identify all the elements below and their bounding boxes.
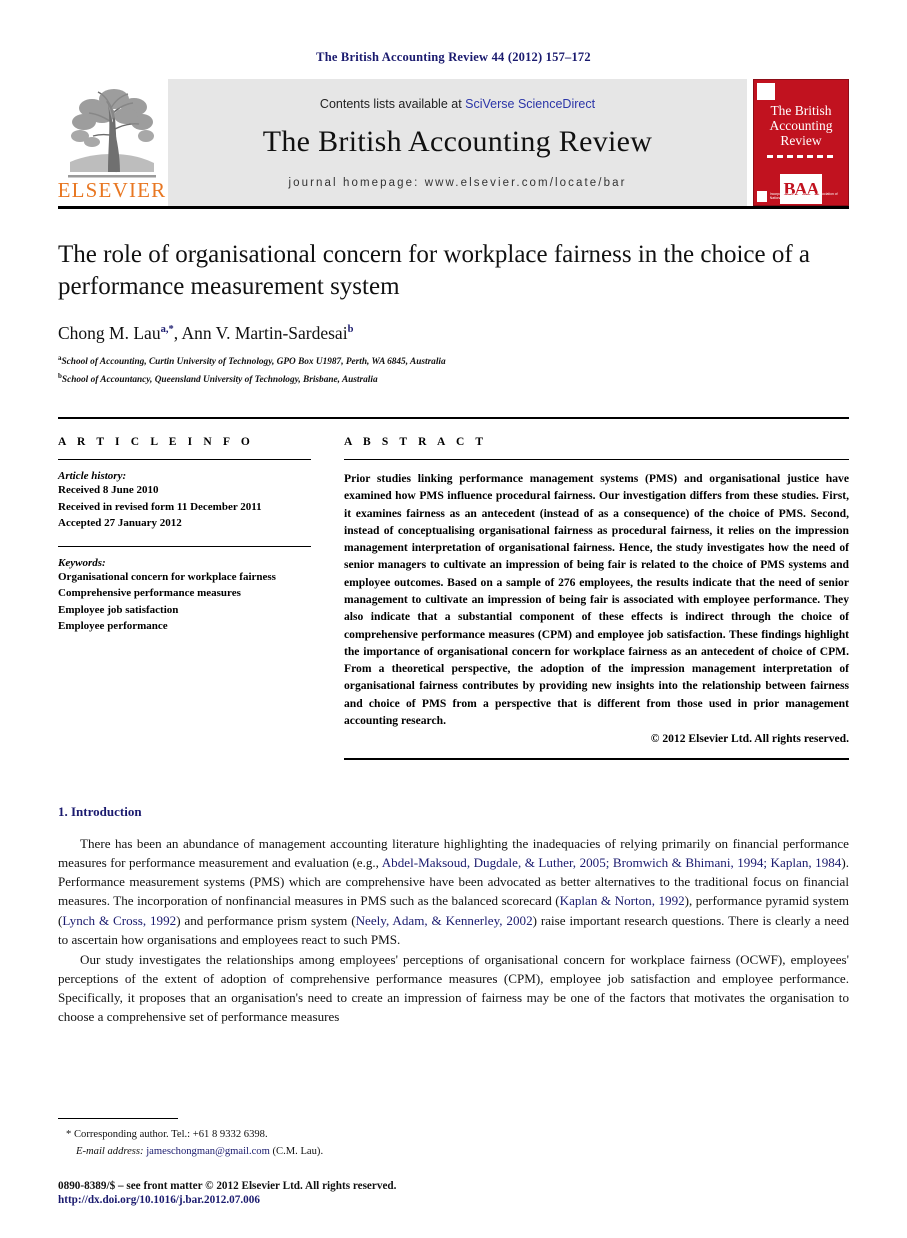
abstract-heading: A B S T R A C T: [344, 436, 488, 449]
email-label: E-mail address:: [76, 1145, 144, 1157]
journal-homepage-link[interactable]: journal homepage: www.elsevier.com/locat…: [288, 177, 626, 189]
affiliation-a-text: School of Accounting, Curtin University …: [61, 357, 446, 368]
email-note: E-mail address: jameschongman@gmail.com …: [58, 1144, 849, 1160]
section-heading-introduction: 1. Introduction: [58, 804, 142, 820]
citation-link[interactable]: Neely, Adam, & Kennerley, 2002: [356, 913, 533, 928]
corresponding-author-text: Corresponding author. Tel.: +61 8 9332 6…: [73, 1129, 268, 1141]
page-title: The role of organisational concern for w…: [58, 241, 811, 300]
intro-paragraph-1: There has been an abundance of managemen…: [58, 834, 849, 949]
article-info-column: A R T I C L E I N F O Article history: R…: [58, 436, 311, 760]
abstract-rule: [344, 459, 849, 461]
article-history-revised: Received in revised form 11 December 201…: [58, 500, 262, 513]
keywords-rule: [58, 545, 311, 547]
cover-title-line-1: The British: [770, 103, 832, 118]
cover-title-line-2: Accounting: [769, 118, 833, 134]
journal-cover-thumbnail[interactable]: The British Accounting Review BAA Incorp…: [753, 79, 849, 206]
para1-part-d: ) and performance prism system (: [176, 912, 356, 928]
footnote-rule: [58, 1118, 178, 1120]
journal-title: The British Accounting Review: [262, 124, 653, 158]
author-1: Chong M. Lau: [58, 323, 161, 343]
journal-masthead: ELSEVIER Contents lists available at Sci…: [58, 79, 849, 209]
citation-link[interactable]: Lynch & Cross, 1992: [62, 913, 176, 928]
article-info-rule: [58, 459, 311, 461]
abstract-column: A B S T R A C T Prior studies linking pe…: [344, 436, 849, 761]
intro-paragraph-2: Our study investigates the relationships…: [58, 951, 849, 1025]
abstract-text: Prior studies linking performance manage…: [344, 472, 849, 727]
doi-link[interactable]: http://dx.doi.org/10.1016/j.bar.2012.07.…: [58, 1194, 849, 1206]
author-list: Chong M. Laua,*, Ann V. Martin-Sardesaib: [58, 323, 849, 344]
cover-title-line-3: Review: [780, 133, 822, 149]
author-2: , Ann V. Martin-Sardesai: [173, 323, 348, 343]
cover-divider: [767, 155, 835, 159]
citation-link[interactable]: Kaplan & Norton, 1992: [560, 893, 685, 908]
cover-elsevier-logo-icon: [757, 83, 775, 100]
article-info-heading: A R T I C L E I N F O: [58, 436, 254, 449]
sciencedirect-link[interactable]: SciVerse ScienceDirect: [465, 97, 595, 111]
contents-available-line: Contents lists available at SciVerse Sci…: [320, 97, 595, 111]
email-link[interactable]: jameschongman@gmail.com: [146, 1146, 270, 1157]
elsevier-tree-icon: [62, 84, 162, 180]
corresponding-author-marker: *: [66, 1129, 72, 1141]
email-owner: (C.M. Lau).: [272, 1145, 324, 1157]
issn-copyright-line: 0890-8389/$ – see front matter © 2012 El…: [58, 1180, 397, 1192]
contents-prefix: Contents lists available at: [319, 96, 466, 111]
abstract-bottom-rule: [344, 758, 849, 761]
elsevier-wordmark: ELSEVIER: [57, 178, 167, 202]
affiliation-b: bSchool of Accountancy, Queensland Unive…: [58, 371, 849, 388]
abstract-copyright: © 2012 Elsevier Ltd. All rights reserved…: [650, 732, 849, 746]
citation-link[interactable]: Abdel-Maksoud, Dugdale, & Luther, 2005; …: [382, 855, 842, 870]
cover-footer: Incorporating the journal of the Associa…: [754, 191, 848, 202]
masthead-center: Contents lists available at SciVerse Sci…: [168, 79, 747, 206]
article-history-received: Received 8 June 2010: [58, 484, 159, 497]
running-head: The British Accounting Review 44 (2012) …: [316, 50, 591, 64]
keywords-label: Keywords:: [58, 556, 106, 569]
affiliation-a: aSchool of Accounting, Curtin University…: [58, 353, 849, 370]
cover-footer-logo-icon: [757, 191, 767, 202]
info-abstract-block: A R T I C L E I N F O Article history: R…: [58, 417, 849, 761]
keyword-item: Comprehensive performance measures: [58, 587, 241, 600]
footnote-area: * Corresponding author. Tel.: +61 8 9332…: [58, 1118, 849, 1160]
keyword-item: Employee performance: [58, 620, 168, 633]
body-content: 1. Introduction There has been an abunda…: [58, 804, 849, 1026]
paper-page: The British Accounting Review 44 (2012) …: [0, 0, 907, 1238]
cover-title: The British Accounting Review: [760, 103, 843, 148]
author-2-affiliation-marker[interactable]: b: [348, 324, 354, 335]
affiliation-b-text: School of Accountancy, Queensland Univer…: [61, 374, 378, 385]
author-1-affiliation-marker[interactable]: a,*: [161, 324, 174, 335]
title-block: The role of organisational concern for w…: [58, 239, 849, 387]
elsevier-logo: ELSEVIER: [58, 79, 166, 206]
page-footer: 0890-8389/$ – see front matter © 2012 El…: [58, 1180, 849, 1206]
cover-footer-text: Incorporating the journal of the Associa…: [769, 191, 838, 200]
keyword-item: Employee job satisfaction: [58, 603, 179, 616]
article-history-accepted: Accepted 27 January 2012: [58, 517, 182, 530]
keyword-item: Organisational concern for workplace fai…: [58, 570, 276, 583]
corresponding-author-note: * Corresponding author. Tel.: +61 8 9332…: [58, 1127, 849, 1143]
column-gap: [311, 436, 344, 760]
article-history-label: Article history:: [58, 470, 127, 483]
